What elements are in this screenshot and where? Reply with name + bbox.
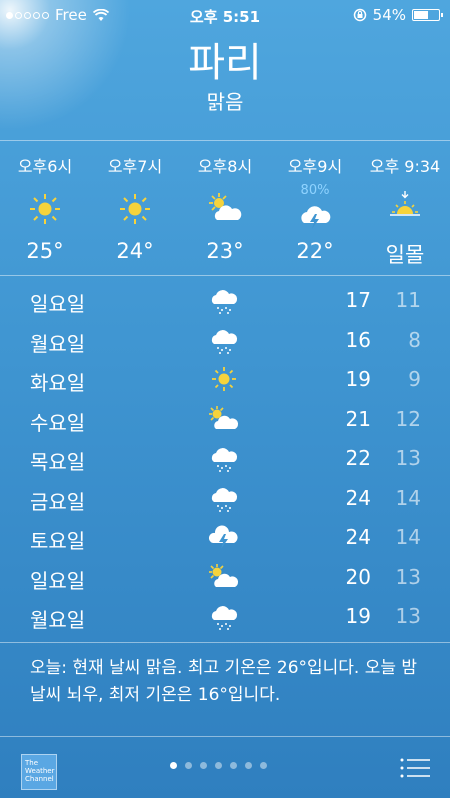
today-summary: 오늘: 현재 날씨 맑음. 최고 기온은 26°입니다. 오늘 밤 날씨 뇌우,… [0, 642, 450, 737]
rain-icon [211, 329, 238, 354]
thunderstorm-icon [208, 525, 238, 549]
day-high-temp: 16 [345, 327, 371, 352]
day-low-temp: 14 [395, 525, 421, 549]
day-low-temp: 14 [395, 485, 421, 510]
daily-row: 토요일 24 14 [0, 519, 450, 559]
day-name: 토요일 [30, 529, 86, 553]
rain-icon [211, 448, 238, 472]
hourly-forecast[interactable]: 오후6시 25° 오후7시 24° 오후8시 23° 오후9시 80% 22° [0, 140, 450, 276]
page-dot [260, 762, 267, 769]
hourly-time: 오후 9:34 [369, 157, 441, 176]
current-condition: 맑음 [206, 90, 244, 114]
hourly-temp: 25° [26, 239, 64, 263]
hourly-temp: 22° [296, 239, 334, 263]
daily-forecast[interactable]: 일요일 17 11 월요일 16 8 화요일 19 9 수요일 21 12 목요… [0, 282, 450, 638]
hourly-item: 오후6시 25° [0, 141, 90, 275]
day-high-temp: 19 [345, 367, 371, 391]
day-low-temp: 12 [395, 406, 421, 431]
hourly-time: 오후7시 [107, 157, 163, 176]
hourly-time: 오후8시 [197, 157, 253, 176]
day-high-temp: 17 [345, 288, 371, 312]
partly-cloudy-icon [209, 405, 239, 429]
status-bar: Free 오후 5:51 54% [0, 0, 450, 30]
rain-icon [211, 290, 238, 314]
hourly-item: 오후8시 23° [180, 141, 270, 275]
daily-row: 수요일 21 12 [0, 401, 450, 441]
page-dot [245, 762, 252, 769]
daily-row: 목요일 22 13 [0, 440, 450, 480]
day-high-temp: 20 [345, 564, 371, 589]
daily-row: 화요일 19 9 [0, 361, 450, 401]
day-low-temp: 11 [395, 288, 421, 312]
day-name: 금요일 [30, 489, 86, 514]
hourly-temp: 24° [116, 239, 154, 263]
day-high-temp: 19 [345, 604, 371, 628]
day-name: 일요일 [30, 292, 86, 316]
day-low-temp: 13 [395, 564, 421, 589]
page-dot [215, 762, 222, 769]
day-name: 화요일 [30, 371, 86, 395]
sunset-icon [390, 191, 420, 216]
day-high-temp: 24 [345, 485, 371, 510]
page-indicator[interactable] [170, 762, 267, 769]
hourly-temp: 일몰 [385, 243, 425, 267]
bottom-toolbar: The Weather Channel [0, 738, 450, 798]
day-high-temp: 21 [345, 406, 371, 431]
page-dot [230, 762, 237, 769]
page-dot [170, 762, 177, 769]
sun-icon [30, 194, 60, 224]
page-dot [200, 762, 207, 769]
day-name: 목요일 [30, 450, 86, 474]
thunderstorm-icon [301, 206, 331, 229]
hourly-time: 오후9시 [287, 157, 343, 176]
daily-row: 일요일 17 11 [0, 282, 450, 322]
day-high-temp: 24 [345, 525, 371, 549]
hourly-item: 오후7시 24° [90, 141, 180, 275]
day-name: 월요일 [30, 608, 86, 632]
day-low-temp: 9 [408, 367, 421, 391]
hourly-temp: 23° [206, 239, 244, 263]
daily-row: 월요일 16 8 [0, 322, 450, 362]
rain-icon [211, 487, 238, 512]
precipitation-chance: 80% [300, 183, 330, 198]
day-low-temp: 13 [395, 604, 421, 628]
partly-cloudy-icon [209, 563, 239, 587]
daily-row: 월요일 19 13 [0, 598, 450, 638]
sun-icon [120, 194, 150, 224]
city-name: 파리 [188, 40, 262, 86]
orientation-lock-icon [353, 8, 366, 22]
partly-cloudy-icon [209, 193, 242, 220]
hourly-time: 오후6시 [17, 157, 73, 176]
daily-row: 일요일 20 13 [0, 559, 450, 599]
city-list-icon[interactable] [400, 758, 430, 778]
hourly-item: 오후 9:34 일몰 [360, 141, 450, 275]
battery-percent: 54% [372, 6, 406, 24]
day-low-temp: 8 [408, 327, 421, 352]
day-name: 일요일 [30, 568, 86, 593]
rain-icon [211, 606, 238, 630]
page-dot [185, 762, 192, 769]
day-low-temp: 13 [395, 446, 421, 470]
day-name: 월요일 [30, 331, 86, 356]
hourly-item: 오후9시 80% 22° [270, 141, 360, 275]
daily-row: 금요일 24 14 [0, 480, 450, 520]
day-name: 수요일 [30, 410, 86, 435]
sun-icon [212, 367, 236, 391]
battery-icon [412, 9, 443, 21]
weather-channel-logo[interactable]: The Weather Channel [21, 754, 57, 790]
day-high-temp: 22 [345, 446, 371, 470]
